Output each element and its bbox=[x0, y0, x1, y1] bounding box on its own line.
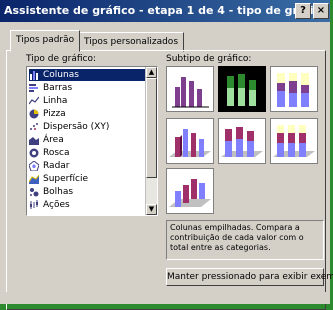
3d-clustered-column-icon bbox=[169, 129, 211, 157]
scroll-up-icon[interactable]: ▲ bbox=[146, 67, 157, 78]
subtype-100-stacked-column[interactable] bbox=[270, 66, 318, 112]
list-item-colunas[interactable]: Colunas bbox=[29, 69, 145, 81]
stacked-column-icon bbox=[227, 74, 256, 106]
help-icon[interactable]: ? bbox=[295, 3, 311, 19]
percent-stacked-column-icon bbox=[277, 73, 309, 107]
stock-chart-icon bbox=[29, 199, 39, 210]
tab-tipos-padrao[interactable]: Tipos padrão bbox=[10, 30, 81, 52]
3d-column-icon bbox=[169, 179, 211, 207]
list-item-pizza[interactable]: Pizza bbox=[29, 108, 66, 120]
column-chart-icon bbox=[29, 70, 39, 80]
subtype-label: Subtipo de gráfico: bbox=[166, 54, 252, 64]
radar-chart-icon bbox=[28, 159, 40, 171]
chart-type-label: Tipo de gráfico: bbox=[26, 54, 96, 64]
close-icon[interactable]: × bbox=[313, 3, 329, 19]
list-item-linha[interactable]: Linha bbox=[28, 95, 67, 107]
scroll-thumb[interactable] bbox=[146, 78, 157, 178]
area-chart-icon bbox=[29, 135, 39, 145]
list-item-barras[interactable]: Barras bbox=[29, 82, 72, 94]
subtype-clustered-column[interactable] bbox=[166, 66, 214, 112]
subtype-description: Colunas empilhadas. Compara a contribuiç… bbox=[166, 220, 324, 260]
subtype-3d-stacked-column[interactable] bbox=[218, 118, 266, 164]
bottom-button-strip bbox=[0, 292, 330, 304]
window-title: Assistente de gráfico - etapa 1 de 4 - t… bbox=[4, 4, 328, 17]
doughnut-chart-icon bbox=[29, 148, 39, 158]
subtype-3d-column[interactable] bbox=[166, 168, 214, 214]
chart-wizard-dialog: Assistente de gráfico - etapa 1 de 4 - t… bbox=[0, 0, 333, 310]
list-item-area[interactable]: Área bbox=[29, 134, 64, 146]
subtype-stacked-column[interactable] bbox=[218, 66, 266, 112]
subtype-3d-clustered-column[interactable] bbox=[166, 118, 214, 164]
list-item-rosca[interactable]: Rosca bbox=[29, 147, 70, 159]
list-item-bolhas[interactable]: Bolhas bbox=[29, 186, 73, 198]
preview-button[interactable]: Manter pressionado para exibir exemplo bbox=[166, 268, 333, 286]
bar-chart-icon bbox=[29, 83, 39, 93]
list-item-acoes[interactable]: Ações bbox=[29, 199, 70, 211]
surface-chart-icon bbox=[28, 174, 40, 184]
scatter-chart-icon bbox=[29, 122, 39, 132]
clustered-column-icon bbox=[172, 77, 209, 108]
list-item-dispersao[interactable]: Dispersão (XY) bbox=[29, 121, 109, 133]
tab-tipos-personalizados[interactable]: Tipos personalizados bbox=[78, 32, 185, 52]
3d-stacked-column-icon bbox=[221, 127, 263, 157]
scroll-down-icon[interactable]: ▼ bbox=[146, 204, 157, 215]
pie-chart-icon bbox=[29, 109, 39, 119]
title-bar: Assistente de gráfico - etapa 1 de 4 - t… bbox=[0, 0, 330, 22]
list-scrollbar[interactable]: ▲ ▼ bbox=[145, 67, 157, 215]
3d-percent-stacked-column-icon bbox=[273, 125, 315, 157]
list-item-superficie[interactable]: Superfície bbox=[28, 173, 88, 185]
bubble-chart-icon bbox=[29, 187, 39, 197]
subtype-3d-100-stacked-column[interactable] bbox=[270, 118, 318, 164]
list-item-radar[interactable]: Radar bbox=[28, 159, 70, 172]
chart-type-list[interactable]: Colunas Barras Linha Pizza Dispersão (XY… bbox=[26, 66, 158, 216]
line-chart-icon bbox=[28, 96, 40, 106]
